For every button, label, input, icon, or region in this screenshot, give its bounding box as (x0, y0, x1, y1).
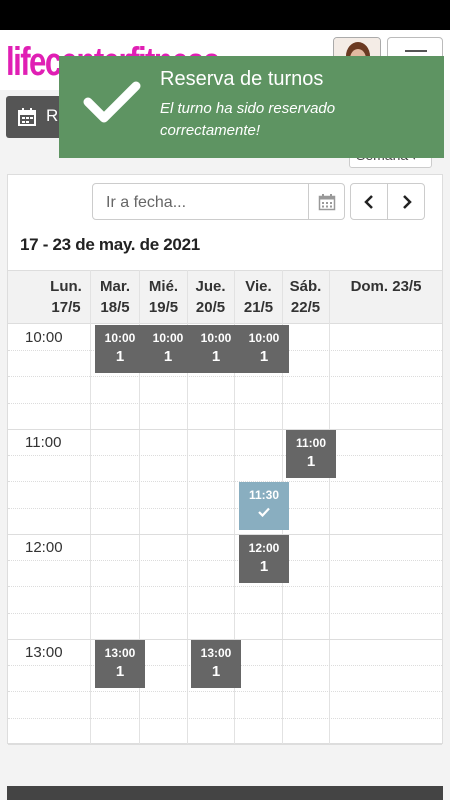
slot-time: 13:00 (104, 646, 136, 660)
quarter-line (8, 376, 442, 377)
day-header-thu: Jue. 20/5 (187, 270, 234, 324)
slot-time: 10:00 (248, 331, 280, 345)
day-date: 19/5 (148, 299, 179, 316)
hour-line (8, 534, 442, 535)
grid-line (90, 270, 91, 744)
status-bar (0, 0, 450, 30)
toast-message: El turno ha sido reservado correctamente… (160, 100, 336, 139)
slot-count: 1 (211, 348, 221, 365)
day-name: Sáb. (289, 278, 322, 295)
day-date: 21/5 (243, 299, 274, 316)
slot-time: 13:00 (200, 646, 232, 660)
chevron-left-icon (364, 194, 373, 209)
slot-tue-1000[interactable]: 10:00 1 (95, 325, 145, 373)
day-header-sun: Dom. 23/5 (330, 270, 442, 324)
slot-time: 10:00 (200, 331, 232, 345)
slot-count: 1 (306, 453, 316, 470)
chevron-right-icon (402, 194, 412, 209)
slot-count: 1 (211, 663, 221, 680)
quarter-line (8, 455, 442, 456)
day-name: Vie. (245, 278, 272, 295)
slot-count: 1 (163, 348, 173, 365)
slot-fri-1200[interactable]: 12:00 1 (239, 535, 289, 583)
slot-sat-1100[interactable]: 11:00 1 (286, 430, 336, 478)
day-header-fri: Vie. 21/5 (235, 270, 282, 324)
hour-label: 11:00 (25, 434, 62, 451)
quarter-line (8, 586, 442, 587)
slot-wed-1000[interactable]: 10:00 1 (143, 325, 193, 373)
quarter-line (8, 560, 442, 561)
quarter-line (8, 481, 442, 482)
day-date: 17/5 (51, 299, 81, 316)
grid-line (329, 270, 330, 744)
day-date: 22/5 (290, 299, 321, 316)
success-toast[interactable]: Reserva de turnos El turno ha sido reser… (59, 56, 444, 158)
day-header-sat: Sáb. 22/5 (282, 270, 329, 324)
slot-tue-1300[interactable]: 13:00 1 (95, 640, 145, 688)
day-date: 20/5 (195, 299, 226, 316)
quarter-line (8, 508, 442, 509)
slot-time: 11:00 (295, 436, 327, 450)
date-range-title: 17 - 23 de may. de 2021 (20, 235, 200, 254)
slot-time: 10:00 (104, 331, 136, 345)
day-name: Mié. (148, 278, 179, 295)
quarter-line (8, 613, 442, 614)
slot-fri-1130-booked[interactable]: 11:30 (239, 482, 289, 530)
slot-count: 1 (259, 558, 269, 575)
day-name: Jue. (195, 278, 226, 295)
day-name: Dom. 23/5 (350, 278, 422, 295)
quarter-line (8, 403, 442, 404)
day-header-mon: Lun. 17/5 (42, 270, 90, 324)
hour-label: 13:00 (25, 644, 63, 661)
slot-time: 10:00 (152, 331, 184, 345)
week-nav (350, 183, 425, 220)
slot-time: 11:30 (248, 488, 280, 502)
goto-date-placeholder: Ir a fecha... (106, 194, 187, 211)
slot-time: 12:00 (248, 541, 280, 555)
slot-thu-1300[interactable]: 13:00 1 (191, 640, 241, 688)
slot-count: 1 (115, 348, 125, 365)
hour-label: 10:00 (25, 329, 63, 346)
check-icon (83, 78, 141, 131)
day-header-wed: Mié. 19/5 (140, 270, 187, 324)
slot-fri-1000[interactable]: 10:00 1 (239, 325, 289, 373)
goto-date-field[interactable]: Ir a fecha... (92, 183, 345, 220)
slot-count: 1 (115, 663, 125, 680)
day-header-tue: Mar. 18/5 (91, 270, 139, 324)
quarter-line (8, 691, 442, 692)
slot-thu-1000[interactable]: 10:00 1 (191, 325, 241, 373)
calendar-icon (18, 108, 36, 131)
day-name: Lun. (50, 278, 82, 295)
hour-line (8, 429, 442, 430)
slot-count: 1 (259, 348, 269, 365)
prev-week-button[interactable] (351, 184, 388, 219)
next-week-button[interactable] (388, 184, 425, 219)
check-icon (258, 507, 270, 517)
quarter-line (8, 718, 442, 719)
hamburger-icon (405, 50, 427, 52)
footer-bar (7, 786, 443, 800)
day-name: Mar. (99, 278, 130, 295)
hour-label: 12:00 (25, 539, 63, 556)
calendar-icon[interactable] (308, 184, 345, 219)
day-date: 18/5 (100, 299, 130, 316)
hour-line (8, 744, 442, 745)
toast-title: Reserva de turnos (160, 68, 324, 90)
